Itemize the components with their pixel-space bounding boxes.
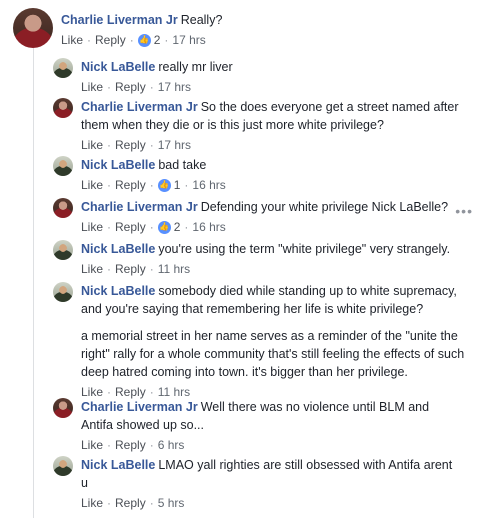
comment-text: Charlie Liverman Jr Really? [61, 11, 222, 29]
avatar[interactable] [53, 282, 73, 302]
timestamp[interactable]: 11 hrs [158, 260, 190, 278]
avatar[interactable] [53, 240, 73, 260]
reply-comment: Nick LaBelle somebody died while standing… [53, 282, 473, 401]
reaction-count[interactable]: 2 [154, 31, 161, 49]
reply-comment: Nick LaBelle really mr liver Like · Reply… [53, 58, 483, 96]
comment-author[interactable]: Nick LaBelle [81, 158, 155, 172]
like-button[interactable]: Like [81, 436, 103, 454]
reply-button[interactable]: Reply [115, 218, 146, 236]
comment-actions: Like · Reply · 6 hrs [81, 436, 185, 454]
comment-body: bad take [158, 158, 207, 172]
avatar[interactable] [53, 398, 73, 418]
comment-body: Really? [180, 13, 223, 27]
comment-text: Charlie Liverman Jr Well there was no vio… [81, 398, 453, 434]
reply-button[interactable]: Reply [115, 494, 146, 512]
reply-button[interactable]: Reply [115, 436, 146, 454]
avatar[interactable] [53, 58, 73, 78]
comment-body-paragraph: a memorial street in her name serves as … [81, 329, 465, 379]
comment-actions: Like · Reply · 11 hrs [81, 260, 191, 278]
more-options-icon[interactable]: ••• [455, 203, 473, 219]
comment-author[interactable]: Charlie Liverman Jr [81, 200, 198, 214]
comment-text: Charlie Liverman Jr Defending your white … [81, 198, 448, 216]
avatar[interactable] [53, 198, 73, 218]
comment-actions: Like · Reply · 17 hrs [81, 136, 192, 154]
timestamp[interactable]: 6 hrs [158, 436, 185, 454]
reaction-count[interactable]: 2 [174, 218, 181, 236]
comment-body: really mr liver [158, 60, 233, 74]
comment-text: Nick LaBelle LMAO yall righties are still… [81, 456, 453, 492]
like-button[interactable]: Like [81, 78, 103, 96]
comment-text: Nick LaBelle you're using the term "white… [81, 240, 450, 258]
reply-comment: Nick LaBelle you're using the term "white… [53, 240, 483, 278]
comment-text: Nick LaBelle really mr liver [81, 58, 233, 76]
comment-author[interactable]: Charlie Liverman Jr [61, 13, 178, 27]
reply-comment: Charlie Liverman Jr So the does everyone … [53, 98, 473, 154]
reply-button[interactable]: Reply [115, 260, 146, 278]
thumbs-up-icon[interactable]: 👍 [137, 33, 151, 47]
reaction-count[interactable]: 1 [174, 176, 181, 194]
thumbs-up-icon[interactable]: 👍 [157, 220, 171, 234]
comment-body: you're using the term "white privilege" … [158, 242, 451, 256]
avatar[interactable] [53, 456, 73, 476]
thread-connector-line [33, 48, 34, 518]
comment-actions: Like · Reply · 👍 2 · 16 hrs [81, 218, 226, 236]
like-button[interactable]: Like [81, 176, 103, 194]
avatar[interactable] [53, 156, 73, 176]
timestamp[interactable]: 5 hrs [158, 494, 185, 512]
comment-author[interactable]: Nick LaBelle [81, 284, 155, 298]
reply-button[interactable]: Reply [115, 176, 146, 194]
reply-button[interactable]: Reply [115, 136, 146, 154]
avatar[interactable] [53, 98, 73, 118]
timestamp[interactable]: 17 hrs [158, 78, 191, 96]
comment-author[interactable]: Charlie Liverman Jr [81, 100, 198, 114]
comment-author[interactable]: Nick LaBelle [81, 60, 155, 74]
reply-button[interactable]: Reply [95, 31, 126, 49]
reply-comment: Charlie Liverman Jr Well there was no vio… [53, 398, 453, 454]
like-button[interactable]: Like [81, 260, 103, 278]
comment-author[interactable]: Nick LaBelle [81, 458, 155, 472]
like-button[interactable]: Like [81, 218, 103, 236]
comment-text: Charlie Liverman Jr So the does everyone … [81, 98, 473, 134]
root-comment: Charlie Liverman Jr Really? Like · Reply … [13, 8, 483, 49]
timestamp[interactable]: 17 hrs [158, 136, 191, 154]
comment-actions: Like · Reply · 5 hrs [81, 494, 185, 512]
comment-thread: Charlie Liverman Jr Really? Like · Reply … [0, 0, 503, 518]
reply-button[interactable]: Reply [115, 78, 146, 96]
comment-actions: Like · Reply · 17 hrs [81, 78, 192, 96]
reply-comment: Nick LaBelle LMAO yall righties are still… [53, 456, 453, 512]
timestamp[interactable]: 16 hrs [192, 218, 225, 236]
comment-author[interactable]: Charlie Liverman Jr [81, 400, 198, 414]
avatar[interactable] [13, 8, 53, 48]
thumbs-up-icon[interactable]: 👍 [157, 178, 171, 192]
comment-text: Nick LaBelle bad take [81, 156, 226, 174]
timestamp[interactable]: 16 hrs [192, 176, 225, 194]
like-button[interactable]: Like [81, 136, 103, 154]
like-button[interactable]: Like [61, 31, 83, 49]
comment-body: Defending your white privilege Nick LaBe… [200, 200, 449, 214]
comment-actions: Like · Reply · 👍 1 · 16 hrs [81, 176, 226, 194]
timestamp[interactable]: 17 hrs [172, 31, 205, 49]
like-button[interactable]: Like [81, 494, 103, 512]
comment-author[interactable]: Nick LaBelle [81, 242, 155, 256]
reply-comment: Nick LaBelle bad take Like · Reply · 👍 1 ·… [53, 156, 483, 194]
comment-text: Nick LaBelle somebody died while standing… [81, 282, 473, 318]
comment-actions: Like · Reply · 👍 2 · 17 hrs [61, 31, 206, 49]
reply-comment: Charlie Liverman Jr Defending your white … [53, 198, 453, 236]
